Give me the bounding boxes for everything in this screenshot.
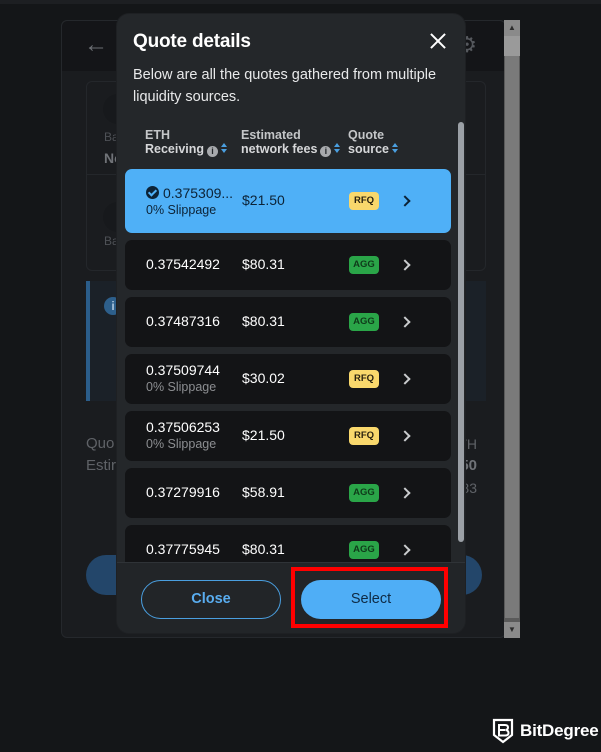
quote-row-selected[interactable]: 0.375309... 0% Slippage $21.50 RFQ <box>125 169 451 233</box>
amount-text: 0.37279916 <box>146 484 220 500</box>
network-fee: $21.50 <box>242 192 285 208</box>
modal-scrollbar-thumb[interactable] <box>458 122 464 542</box>
eth-receiving-amount: 0.375309... <box>146 185 233 201</box>
quote-source-badge: RFQ <box>349 370 379 388</box>
arrow-left-icon[interactable]: ← <box>84 33 108 57</box>
quote-list: 0.375309... 0% Slippage $21.50 RFQ 0.3754249… <box>125 169 451 562</box>
eth-receiving-amount: 0.37509744 <box>146 362 220 378</box>
network-fee: $80.31 <box>242 256 285 272</box>
eth-receiving-amount: 0.37279916 <box>146 484 220 500</box>
quote-source-badge: RFQ <box>349 192 379 210</box>
eth-receiving-amount: 0.37506253 <box>146 419 220 435</box>
chevron-right-icon[interactable] <box>400 429 410 443</box>
column-header-quote-source[interactable]: Quote source <box>348 128 399 156</box>
column-header-network-fees[interactable]: Estimated network fees i <box>241 128 341 157</box>
column-header-line1: Estimated <box>241 128 301 142</box>
modal-description: Below are all the quotes gathered from m… <box>133 67 437 105</box>
eth-receiving-amount: 0.37542492 <box>146 256 220 272</box>
slippage-text: 0% Slippage <box>146 203 217 217</box>
network-fee: $21.50 <box>242 427 285 443</box>
eth-receiving-amount: 0.37487316 <box>146 313 220 329</box>
watermark-text: BitDegree <box>520 721 599 740</box>
sort-icon[interactable] <box>334 143 341 154</box>
scroll-down-arrow-icon[interactable]: ▼ <box>504 622 520 638</box>
bitdegree-watermark: BitDegree <box>492 717 599 745</box>
amount-text: 0.37506253 <box>146 419 220 435</box>
close-icon[interactable] <box>427 30 449 52</box>
scrollbar-thumb[interactable] <box>505 56 519 618</box>
chevron-right-icon[interactable] <box>400 315 410 329</box>
chevron-right-icon[interactable] <box>400 194 410 208</box>
chevron-right-icon[interactable] <box>400 543 410 557</box>
column-header-line1: ETH <box>145 128 170 142</box>
info-icon[interactable]: i <box>207 146 219 157</box>
slippage-text: 0% Slippage <box>146 380 217 394</box>
eth-receiving-amount: 0.37775945 <box>146 541 220 557</box>
scrollbar-track <box>504 36 520 56</box>
quote-row[interactable]: 0.37506253 0% Slippage $21.50 RFQ <box>125 411 451 461</box>
quote-row[interactable]: 0.37509744 0% Slippage $30.02 RFQ <box>125 354 451 404</box>
quote-row[interactable]: 0.37487316 $80.31 AGG <box>125 297 451 347</box>
chevron-right-icon[interactable] <box>400 486 410 500</box>
quote-summary-labels: Quo Estir <box>86 433 116 477</box>
page-scrollbar[interactable]: ▲ ▼ <box>504 20 520 638</box>
info-icon[interactable]: i <box>320 146 332 157</box>
browser-top-strip <box>0 0 601 4</box>
column-header-line2: source <box>348 142 389 156</box>
network-fee: $58.91 <box>242 484 285 500</box>
column-header-line1: Quote <box>348 128 385 142</box>
column-header-line2: Receiving <box>145 142 205 156</box>
close-button[interactable]: Close <box>141 580 281 619</box>
column-header-line2: network fees <box>241 142 318 156</box>
sort-icon[interactable] <box>392 143 399 154</box>
quote-row[interactable]: 0.37542492 $80.31 AGG <box>125 240 451 290</box>
verified-badge-icon <box>146 186 159 199</box>
quote-source-badge: AGG <box>349 313 379 331</box>
select-button[interactable]: Select <box>301 580 441 619</box>
modal-title: Quote details <box>133 31 251 52</box>
amount-text: 0.375309... <box>163 185 234 201</box>
quote-source-badge: AGG <box>349 256 379 274</box>
chevron-right-icon[interactable] <box>400 258 410 272</box>
bitdegree-shield-icon <box>492 718 514 744</box>
amount-text: 0.37775945 <box>146 541 220 557</box>
quote-details-modal: Quote details Below are all the quotes g… <box>117 14 465 633</box>
quote-row[interactable]: 0.37775945 $80.31 AGG <box>125 525 451 562</box>
quote-source-badge: AGG <box>349 541 379 559</box>
amount-text: 0.37509744 <box>146 362 220 378</box>
chevron-right-icon[interactable] <box>400 372 410 386</box>
sort-icon[interactable] <box>221 143 228 154</box>
network-fee: $80.31 <box>242 541 285 557</box>
column-header-eth-receiving[interactable]: ETH Receiving i <box>145 128 228 157</box>
amount-text: 0.37542492 <box>146 256 220 272</box>
quote-source-badge: AGG <box>349 484 379 502</box>
network-fee: $30.02 <box>242 370 285 386</box>
quote-source-badge: RFQ <box>349 427 379 445</box>
estimated-label: Estir <box>86 457 116 474</box>
scroll-up-arrow-icon[interactable]: ▲ <box>504 20 520 36</box>
network-fee: $80.31 <box>242 313 285 329</box>
slippage-text: 0% Slippage <box>146 437 217 451</box>
modal-footer: Close Select <box>117 562 465 633</box>
amount-text: 0.37487316 <box>146 313 220 329</box>
quote-row[interactable]: 0.37279916 $58.91 AGG <box>125 468 451 518</box>
quote-label: Quo <box>86 435 115 452</box>
